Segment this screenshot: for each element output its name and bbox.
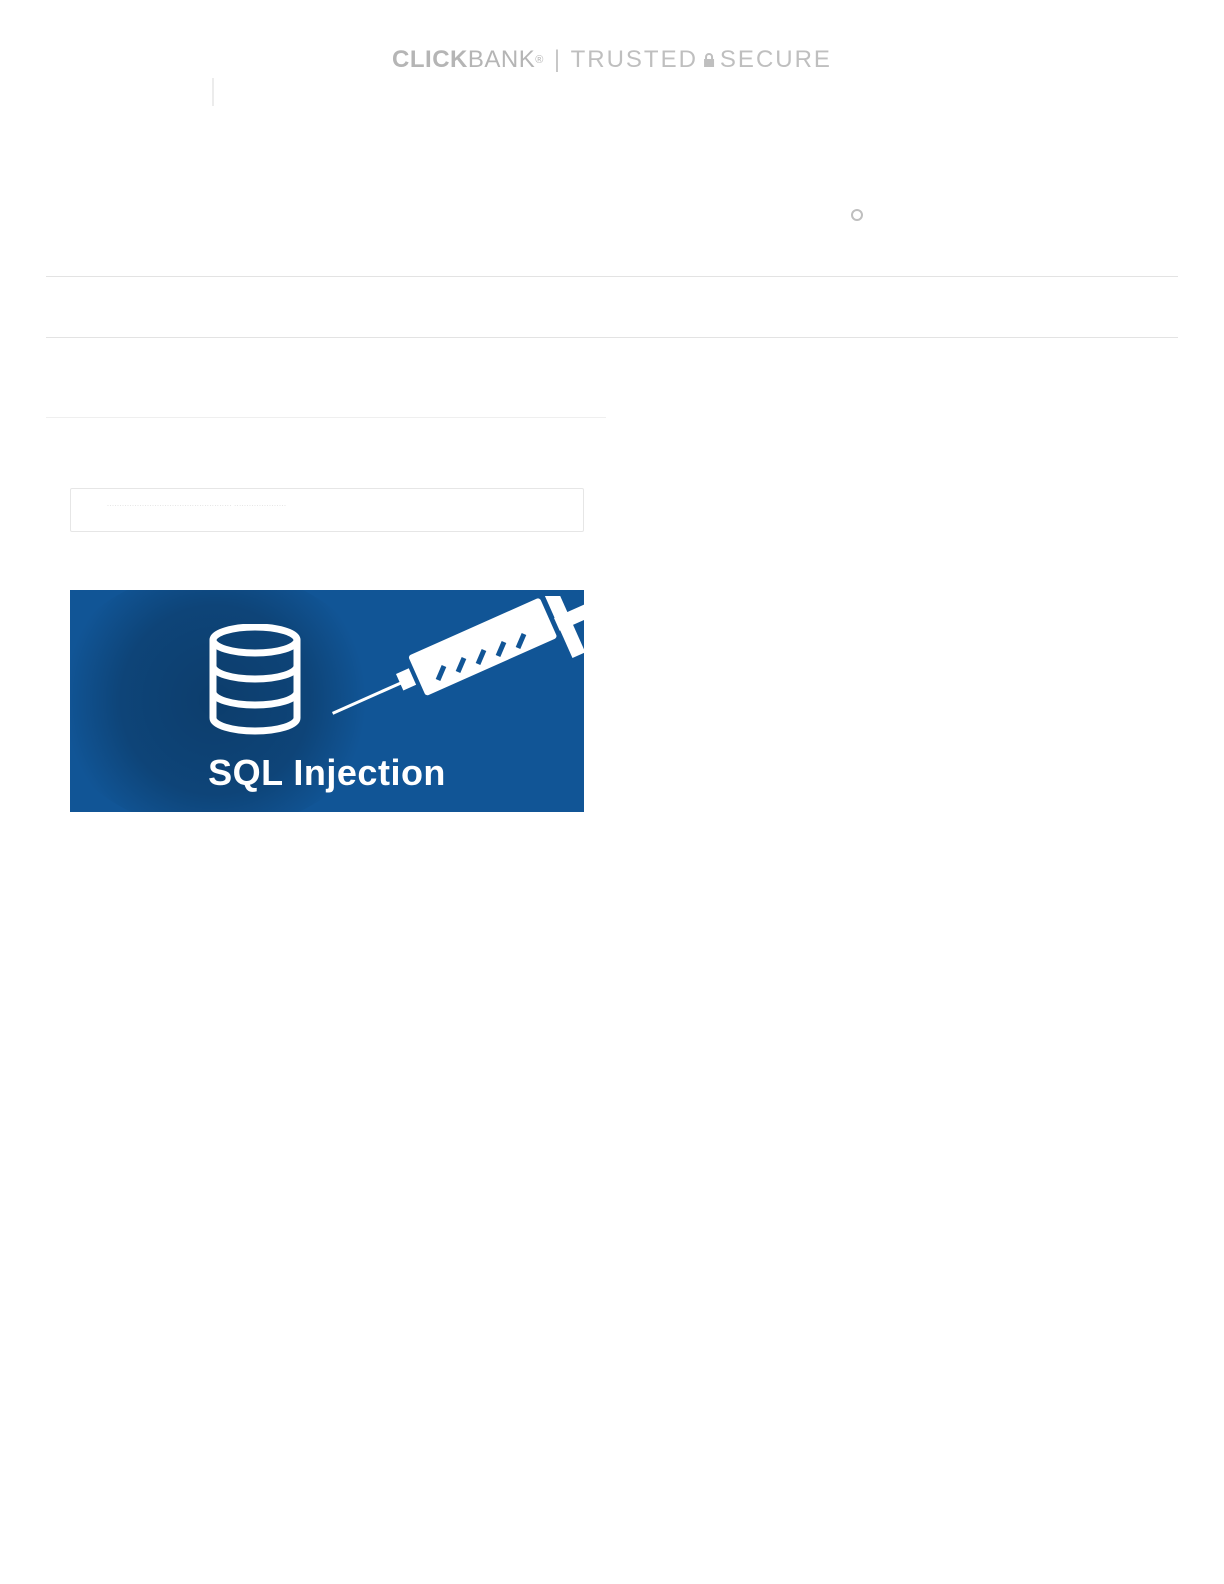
horizontal-rule	[46, 417, 606, 418]
syringe-icon	[332, 596, 584, 741]
brand-trusted-label: TRUSTED	[571, 46, 698, 74]
step-indicator-circle	[851, 209, 863, 221]
header-brand: CLICKBANK® | TRUSTED SECURE	[392, 46, 832, 74]
decorative-divider	[212, 78, 214, 106]
banner-label: SQL Injection	[70, 752, 584, 794]
brand-word-click: CLICK	[392, 46, 468, 74]
brand-registered-mark: ®	[535, 54, 544, 66]
sql-injection-banner: SQL Injection	[70, 590, 584, 812]
brand-separator: |	[554, 46, 561, 74]
horizontal-rule	[46, 337, 1178, 338]
brand-secure-label: SECURE	[720, 46, 832, 74]
brand-word-bank: BANK	[468, 46, 535, 74]
database-icon	[206, 624, 304, 745]
lock-icon	[702, 52, 716, 68]
info-card-text: ········································…	[107, 503, 547, 509]
info-card: ········································…	[70, 488, 584, 532]
horizontal-rule	[46, 276, 1178, 277]
